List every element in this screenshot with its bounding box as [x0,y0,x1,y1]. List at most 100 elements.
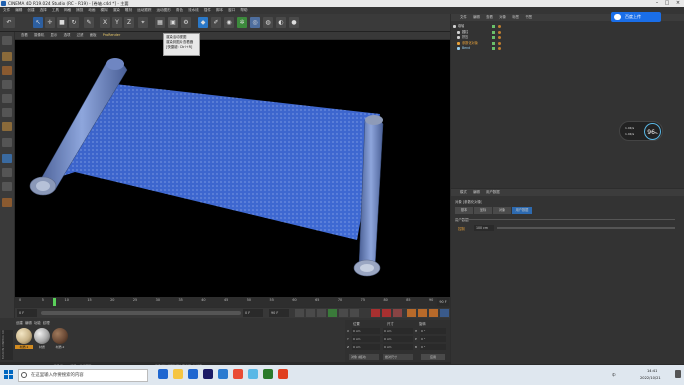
prev-frame-icon[interactable] [317,309,326,317]
tweak-icon[interactable] [2,154,12,163]
light-icon[interactable]: ● [289,17,299,28]
playhead[interactable] [53,298,56,306]
taskbar-app-icon[interactable] [158,369,168,379]
frame-range-slider[interactable] [41,311,241,315]
material-swatch[interactable] [52,328,68,344]
end-frame-field[interactable]: 0 F [243,309,263,317]
visibility-check-icon[interactable] [492,30,495,34]
start-frame-field[interactable]: 0 F [17,309,37,317]
rotation-key-icon[interactable] [429,309,438,317]
material-swatch[interactable] [16,328,32,344]
tag-icon[interactable] [498,41,501,45]
coordinate-system-icon[interactable]: ⌖ [138,17,148,28]
menu-item[interactable]: 窗口 [228,7,235,14]
coord-position-field[interactable]: 0 cm [352,336,380,342]
array-icon[interactable]: ✲ [237,17,247,28]
menu-item[interactable]: 文件 [3,7,10,14]
om-menu-bookmarks[interactable]: 书签 [525,14,532,21]
subdivision-icon[interactable]: ◉ [224,17,234,28]
object-row[interactable]: 挤压 [452,35,512,40]
menu-item[interactable]: 创建 [27,7,34,14]
menu-item[interactable]: 帮助 [240,7,247,14]
material-swatch[interactable] [34,328,50,344]
start-icon[interactable] [4,370,13,379]
minimize-icon[interactable]: – [652,0,662,7]
render-settings-icon[interactable]: ⚙ [181,17,191,28]
render-view-icon[interactable]: ▣ [168,17,178,28]
coord-mode-dropdown[interactable]: 对象 (相对) [349,354,379,360]
coord-size-field[interactable]: 0 cm [383,344,413,350]
menu-item[interactable]: 捕捉 [76,7,83,14]
om-menu-tags[interactable]: 标签 [512,14,519,21]
max-frame-field[interactable]: 90 F [269,309,289,317]
cloud-upload-button[interactable]: 百度上传 [611,12,661,22]
play-icon[interactable] [328,309,337,317]
tag-icon[interactable] [498,36,501,39]
coord-size-dropdown[interactable]: 绝对尺寸 [383,354,413,360]
network-speed-widget[interactable]: 1.9K/s 1.9K/s 96% [619,121,663,141]
menu-item[interactable]: 雕刻 [125,7,132,14]
render-region-icon[interactable]: ▦ [155,17,165,28]
coord-position-field[interactable]: 0 cm [352,344,380,350]
menu-item[interactable]: 运动跟踪 [137,7,151,14]
move-icon[interactable]: ✛ [45,17,55,28]
menu-item[interactable]: 渲染 [113,7,120,14]
object-row[interactable]: 参数化对象 [452,41,512,46]
recent-tools-icon[interactable]: ✎ [84,17,94,28]
visibility-check-icon[interactable] [492,25,495,28]
maximize-icon[interactable]: □ [662,0,672,7]
field-icon[interactable]: ◍ [263,17,273,28]
am-menu-edit[interactable]: 编辑 [473,189,480,196]
live-selection-icon[interactable]: ↖ [33,17,43,28]
points-mode-icon[interactable] [2,94,12,103]
scale-key-icon[interactable] [418,309,427,317]
om-menu-edit[interactable]: 编辑 [473,14,480,21]
viewport-menu-cameras[interactable]: 摄像机 [34,32,44,39]
cube-icon[interactable]: ◆ [198,17,208,28]
viewport-menu-view[interactable]: 查看 [21,32,28,39]
edges-mode-icon[interactable] [2,108,12,117]
object-row[interactable]: Bend [452,46,512,51]
texture-mode-icon[interactable] [2,66,12,75]
ime-language[interactable]: 中 [612,373,616,378]
visibility-check-icon[interactable] [492,36,495,39]
menu-item[interactable]: 运动图形 [156,7,170,14]
clock-time[interactable]: 14:41 [647,369,657,373]
notifications-icon[interactable] [675,370,681,378]
next-frame-icon[interactable] [339,309,348,317]
tab-object[interactable]: 对象 [493,207,511,214]
tag-icon[interactable] [498,47,501,50]
clock-date[interactable]: 2022/10/21 [640,376,661,380]
taskbar-app-icon[interactable] [263,369,273,379]
workplane-icon[interactable] [2,80,12,89]
coord-size-field[interactable]: 0 cm [383,336,413,342]
taskbar-app-icon[interactable] [233,369,243,379]
pen-icon[interactable]: ✐ [211,17,221,28]
taskbar-app-icon[interactable] [218,369,228,379]
menu-item[interactable]: 角色 [176,7,183,14]
om-menu-file[interactable]: 文件 [460,14,467,21]
menu-item[interactable]: 选择 [40,7,47,14]
axis-mode-icon[interactable] [2,168,12,177]
paint-icon[interactable] [2,198,12,207]
axis-y-button[interactable]: Y [112,17,122,28]
prev-key-icon[interactable] [306,309,315,317]
go-to-end-icon[interactable] [350,309,359,317]
close-icon[interactable]: × [673,0,683,7]
material-menu-edit[interactable]: 编辑 [25,321,32,325]
visibility-check-icon[interactable] [492,41,495,45]
control-value-field[interactable]: 100 cm [474,225,494,231]
material-menu-create[interactable]: 创建 [16,321,23,325]
record-icon[interactable] [371,309,380,317]
object-row[interactable]: 圆柱 [452,30,512,35]
keyframe-selection-icon[interactable] [393,309,402,317]
coord-rotation-field[interactable]: 0 ° [420,328,446,334]
tab-basic[interactable]: 基本 [455,207,473,214]
taskbar-app-icon[interactable] [188,369,198,379]
coord-size-field[interactable]: 0 cm [383,328,413,334]
menu-item[interactable]: 插件 [204,7,211,14]
go-to-start-icon[interactable] [295,309,304,317]
coord-rotation-field[interactable]: 0 ° [420,336,446,342]
menu-item[interactable]: 流水线 [188,7,199,14]
tag-icon[interactable] [498,30,501,34]
